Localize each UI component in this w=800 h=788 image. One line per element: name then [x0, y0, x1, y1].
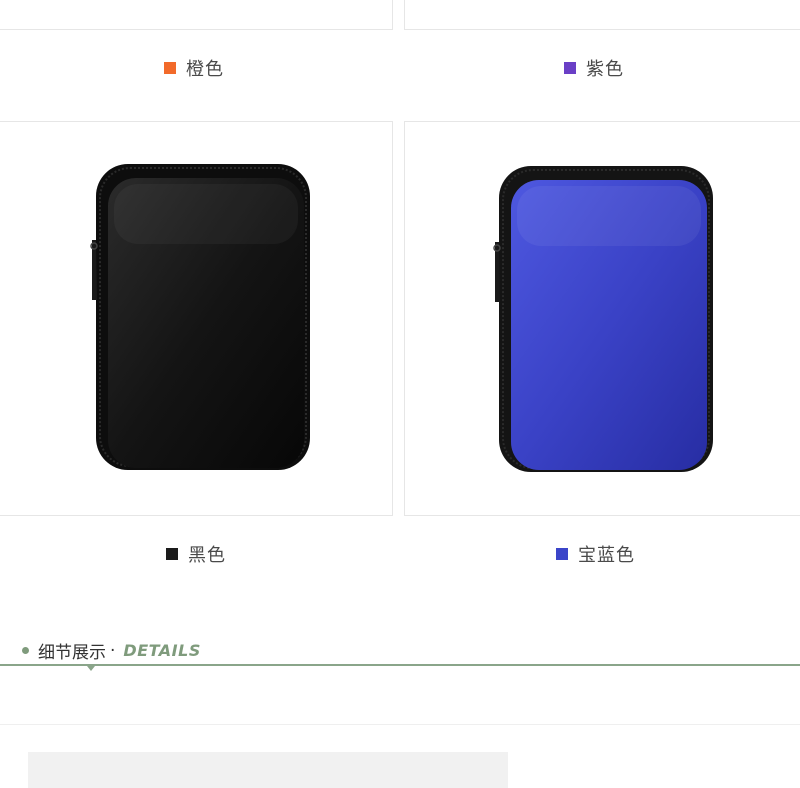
section-divider — [0, 664, 800, 666]
variant-label-purple: 紫色 — [564, 55, 624, 81]
divider-notch-icon — [87, 666, 95, 671]
content-divider — [0, 724, 800, 725]
blue-case-image — [493, 166, 713, 472]
product-card-black[interactable] — [0, 121, 393, 516]
variant-label-black: 黑色 — [166, 541, 226, 567]
section-header-details: 细节展示 · DETAILS — [22, 638, 201, 663]
variant-label-orange: 橙色 — [164, 55, 224, 81]
variant-label-royal-blue: 宝蓝色 — [556, 541, 635, 567]
variant-label-text: 紫色 — [586, 59, 624, 80]
blue-swatch-icon — [556, 548, 568, 560]
black-case-image — [90, 164, 310, 470]
detail-image-placeholder — [28, 752, 508, 788]
black-swatch-icon — [166, 548, 178, 560]
orange-swatch-icon — [164, 62, 176, 74]
product-card-purple[interactable] — [404, 0, 800, 30]
product-card-blue[interactable] — [404, 121, 800, 516]
section-title-en: DETAILS — [123, 641, 201, 660]
product-card-orange[interactable] — [0, 0, 393, 30]
section-separator: · — [110, 640, 116, 661]
purple-swatch-icon — [564, 62, 576, 74]
variant-label-text: 宝蓝色 — [578, 545, 635, 566]
bullet-dot-icon — [22, 647, 29, 654]
variant-label-text: 橙色 — [186, 59, 224, 80]
section-title-cn: 细节展示 — [38, 643, 106, 663]
variant-label-text: 黑色 — [188, 545, 226, 566]
